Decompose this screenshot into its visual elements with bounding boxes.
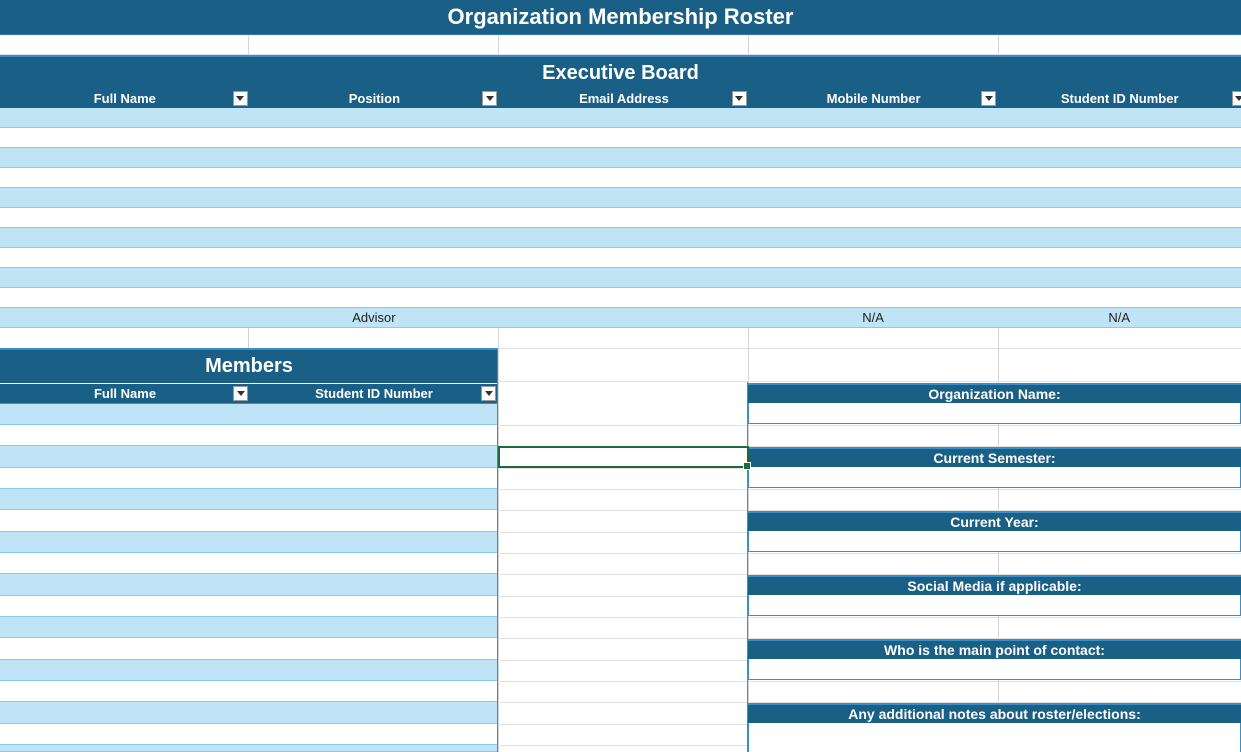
executive-board-header-row: Full Name Position Email Address Mobile … bbox=[0, 89, 1241, 109]
selected-cell[interactable] bbox=[498, 446, 751, 470]
table-row[interactable] bbox=[0, 702, 498, 724]
current-semester-label: Current Semester: bbox=[748, 447, 1241, 467]
table-row[interactable] bbox=[0, 108, 1241, 128]
current-year-input[interactable] bbox=[748, 531, 1241, 552]
table-row[interactable] bbox=[0, 168, 1241, 188]
table-row[interactable] bbox=[0, 660, 498, 681]
point-of-contact-label: Who is the main point of contact: bbox=[748, 639, 1241, 659]
table-row[interactable] bbox=[0, 745, 498, 752]
table-row[interactable] bbox=[0, 553, 498, 574]
point-of-contact-input[interactable] bbox=[748, 659, 1241, 680]
column-header-label: Student ID Number bbox=[315, 386, 433, 401]
table-row[interactable] bbox=[0, 208, 1241, 228]
table-row[interactable] bbox=[0, 489, 498, 510]
filter-dropdown-icon[interactable] bbox=[981, 91, 997, 106]
filter-dropdown-icon[interactable] bbox=[233, 386, 248, 401]
column-header-mobile[interactable]: Mobile Number bbox=[749, 89, 999, 108]
advisor-position-cell[interactable]: Advisor bbox=[250, 308, 500, 327]
table-row[interactable] bbox=[0, 617, 498, 638]
column-header-full-name[interactable]: Full Name bbox=[0, 384, 250, 403]
column-header-label: Email Address bbox=[579, 91, 669, 106]
filter-dropdown-icon[interactable] bbox=[481, 386, 496, 401]
current-semester-input[interactable] bbox=[748, 467, 1241, 488]
column-header-label: Full Name bbox=[93, 386, 157, 401]
additional-notes-label: Any additional notes about roster/electi… bbox=[748, 703, 1241, 723]
column-header-label: Full Name bbox=[93, 91, 156, 106]
table-row[interactable] bbox=[0, 510, 498, 532]
members-header-row: Full Name Student ID Number bbox=[0, 384, 498, 404]
organization-name-label: Organization Name: bbox=[748, 383, 1241, 403]
table-row[interactable] bbox=[0, 468, 498, 489]
filter-dropdown-icon[interactable] bbox=[232, 91, 248, 106]
executive-board-heading[interactable]: Executive Board bbox=[0, 55, 1241, 89]
table-row[interactable] bbox=[0, 574, 498, 596]
table-row[interactable] bbox=[0, 425, 498, 446]
table-row[interactable] bbox=[0, 638, 498, 660]
table-row[interactable] bbox=[0, 596, 498, 617]
members-table-border bbox=[497, 349, 498, 752]
additional-notes-input[interactable] bbox=[748, 723, 1241, 752]
advisor-student-id-cell[interactable]: N/A bbox=[998, 308, 1241, 327]
table-row[interactable] bbox=[0, 128, 1241, 148]
column-header-label: Position bbox=[348, 91, 401, 106]
table-row[interactable] bbox=[0, 248, 1241, 268]
table-row[interactable] bbox=[0, 288, 1241, 308]
advisor-mobile-cell[interactable]: N/A bbox=[749, 308, 999, 327]
table-row[interactable] bbox=[0, 532, 498, 553]
advisor-email-cell[interactable] bbox=[499, 308, 749, 327]
advisor-name-cell[interactable] bbox=[0, 308, 250, 327]
table-row[interactable] bbox=[0, 724, 498, 745]
advisor-row[interactable]: Advisor N/A N/A bbox=[0, 308, 1241, 328]
filter-dropdown-icon[interactable] bbox=[1231, 91, 1241, 106]
column-header-student-id[interactable]: Student ID Number bbox=[998, 89, 1241, 108]
column-header-position[interactable]: Position bbox=[250, 89, 500, 108]
table-row[interactable] bbox=[0, 404, 498, 425]
column-header-full-name[interactable]: Full Name bbox=[0, 89, 250, 108]
column-header-label: Mobile Number bbox=[826, 91, 921, 106]
filter-dropdown-icon[interactable] bbox=[482, 91, 498, 106]
filter-dropdown-icon[interactable] bbox=[731, 91, 747, 106]
sheet-title[interactable]: Organization Membership Roster bbox=[0, 0, 1241, 35]
column-header-student-id[interactable]: Student ID Number bbox=[250, 384, 498, 403]
members-heading[interactable]: Members bbox=[0, 348, 498, 383]
social-media-label: Social Media if applicable: bbox=[748, 575, 1241, 595]
current-year-label: Current Year: bbox=[748, 511, 1241, 531]
table-row[interactable] bbox=[0, 681, 498, 702]
social-media-input[interactable] bbox=[748, 595, 1241, 616]
table-row[interactable] bbox=[0, 148, 1241, 168]
organization-name-input[interactable] bbox=[748, 403, 1241, 424]
column-header-label: Student ID Number bbox=[1060, 91, 1179, 106]
table-row[interactable] bbox=[0, 228, 1241, 248]
column-header-email[interactable]: Email Address bbox=[499, 89, 749, 108]
fill-handle[interactable] bbox=[743, 462, 751, 470]
table-row[interactable] bbox=[0, 446, 498, 468]
info-panel-border bbox=[747, 382, 748, 752]
table-row[interactable] bbox=[0, 268, 1241, 288]
table-row[interactable] bbox=[0, 188, 1241, 208]
